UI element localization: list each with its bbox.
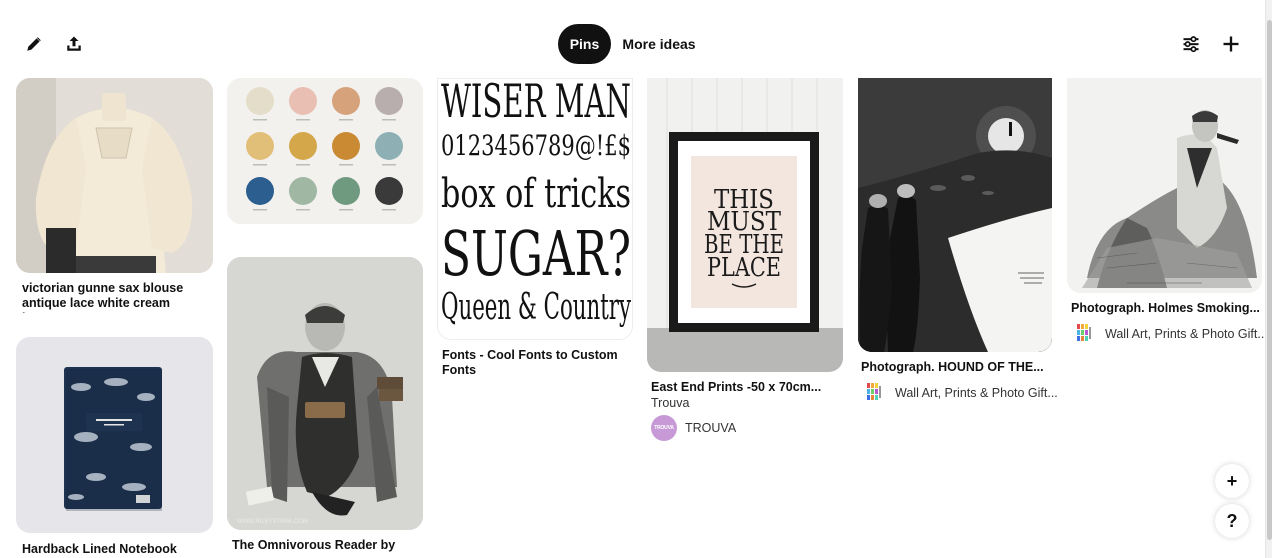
- image-credit: WWW.RILEYSTARK.COM: [237, 519, 308, 525]
- pin-subtitle: Trouva: [651, 396, 690, 410]
- pin-image[interactable]: [16, 337, 213, 533]
- tab-pins-label: Pins: [569, 36, 600, 52]
- pin-title[interactable]: Photograph. HOUND OF THE...: [861, 360, 1051, 376]
- pin-image[interactable]: WWW.RILEYSTARK.COM: [227, 257, 423, 530]
- tab-more-ideas[interactable]: More ideas: [616, 24, 702, 64]
- tab-pins[interactable]: Pins: [558, 24, 611, 64]
- color-swatch: [375, 87, 403, 115]
- help-button[interactable]: ?: [1215, 504, 1249, 538]
- color-swatch: [289, 87, 317, 115]
- creator-avatar[interactable]: TROUVA: [651, 415, 677, 441]
- plus-icon: [1221, 34, 1241, 54]
- color-swatch: [332, 132, 360, 160]
- scrollbar-thumb[interactable]: [1267, 20, 1272, 540]
- swatch-caption-line: [253, 209, 267, 211]
- font-sample-line: Queen & Country: [441, 287, 631, 328]
- pin-card[interactable]: Photograph. Holmes Smoking... Wall Art, …: [1067, 78, 1268, 353]
- filter-button[interactable]: [1171, 24, 1211, 64]
- pin-creator[interactable]: Wall Art, Prints & Photo Gift...: [861, 380, 1058, 406]
- swatch-caption-line: [339, 119, 353, 121]
- swatch-caption-line: [382, 164, 396, 166]
- color-swatch: [332, 87, 360, 115]
- pin-title[interactable]: victorian gunne sax blouse antique lace …: [22, 281, 210, 313]
- color-swatch: [375, 132, 403, 160]
- font-sample-line: SUGAR?: [441, 217, 631, 290]
- pin-card[interactable]: WISER MAN 0123456789@!£$ box of tricks S…: [437, 78, 633, 388]
- floating-add-button[interactable]: +: [1215, 464, 1249, 498]
- edit-button[interactable]: [14, 24, 54, 64]
- colorful-logo-icon: [864, 381, 884, 406]
- pin-card[interactable]: Photograph. HOUND OF THE... Wall Art, Pr…: [858, 78, 1058, 408]
- swatch-caption-line: [296, 209, 310, 211]
- pin-card[interactable]: Hardback Lined Notebook The...: [16, 337, 213, 558]
- creator-name[interactable]: Wall Art, Prints & Photo Gift...: [1105, 327, 1268, 341]
- pin-title[interactable]: Photograph. Holmes Smoking...: [1071, 301, 1261, 317]
- share-upload-icon: [65, 35, 83, 53]
- swatch-caption-line: [382, 209, 396, 211]
- color-swatch: [332, 177, 360, 205]
- board-toolbar: Pins More ideas: [0, 0, 1265, 78]
- creator-name[interactable]: TROUVA: [685, 421, 736, 435]
- pin-image[interactable]: [16, 78, 213, 273]
- pin-title[interactable]: Hardback Lined Notebook The...: [22, 542, 210, 558]
- color-palette: [227, 78, 423, 224]
- colorful-logo-icon: [1074, 322, 1094, 347]
- swatch-caption-line: [382, 119, 396, 121]
- pin-image[interactable]: WISER MAN 0123456789@!£$ box of tricks S…: [437, 78, 633, 340]
- pin-title[interactable]: The Omnivorous Reader by: [232, 538, 420, 554]
- pin-card[interactable]: [227, 78, 423, 224]
- floating-add-label: +: [1226, 470, 1238, 491]
- pin-image[interactable]: [227, 78, 423, 224]
- font-sample-line: WISER MAN: [441, 79, 631, 128]
- avatar-text: TROUVA: [654, 425, 674, 431]
- color-swatch: [246, 132, 274, 160]
- swatch-caption-line: [339, 164, 353, 166]
- creator-avatar[interactable]: [1071, 321, 1097, 347]
- page-scrollbar[interactable]: [1265, 0, 1272, 558]
- creator-name[interactable]: Wall Art, Prints & Photo Gift...: [895, 386, 1058, 400]
- font-sample-line: 0123456789@!£$: [441, 129, 631, 162]
- color-swatch: [289, 132, 317, 160]
- pin-card[interactable]: WWW.RILEYSTARK.COM The Omnivorous Reader…: [227, 257, 423, 558]
- pin-image[interactable]: [1067, 78, 1262, 293]
- tab-more-ideas-label: More ideas: [622, 36, 696, 52]
- swatch-caption-line: [296, 164, 310, 166]
- pencil-icon: [25, 35, 43, 53]
- share-button[interactable]: [54, 24, 94, 64]
- help-label: ?: [1226, 510, 1238, 531]
- color-swatch: [246, 177, 274, 205]
- swatch-caption-line: [339, 209, 353, 211]
- swatch-caption-line: [296, 119, 310, 121]
- swatch-caption-line: [253, 164, 267, 166]
- sliders-icon: [1181, 34, 1201, 54]
- pin-card[interactable]: THIS MUST BE THE PLACE East End Prints -…: [647, 78, 843, 448]
- pin-creator[interactable]: TROUVA TROUVA: [651, 415, 736, 441]
- pin-creator[interactable]: Wall Art, Prints & Photo Gift...: [1071, 321, 1268, 347]
- font-sample-line: box of tricks: [441, 171, 631, 217]
- pin-card[interactable]: victorian gunne sax blouse antique lace …: [16, 78, 213, 318]
- color-swatch: [375, 177, 403, 205]
- pin-title[interactable]: East End Prints -50 x 70cm...: [651, 380, 841, 396]
- pin-image[interactable]: THIS MUST BE THE PLACE: [647, 78, 843, 372]
- print-text-line: PLACE: [707, 253, 781, 283]
- swatch-caption-line: [253, 119, 267, 121]
- pin-image[interactable]: [858, 78, 1052, 352]
- color-swatch: [246, 87, 274, 115]
- pin-title[interactable]: Fonts - Cool Fonts to Custom Fonts: [442, 348, 630, 380]
- add-button[interactable]: [1211, 24, 1251, 64]
- creator-avatar[interactable]: [861, 380, 887, 406]
- color-swatch: [289, 177, 317, 205]
